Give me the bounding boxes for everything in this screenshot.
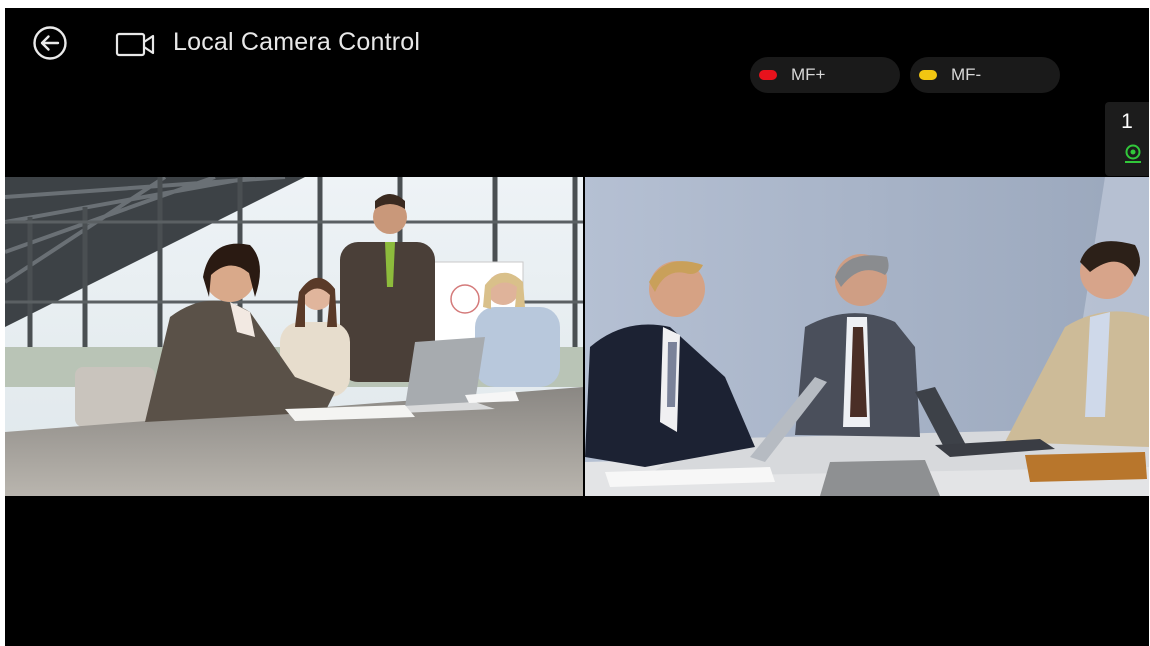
page-title: Local Camera Control xyxy=(173,28,421,56)
camera-source-tab[interactable]: 1 xyxy=(1105,102,1149,176)
mf-minus-label: MF- xyxy=(951,65,982,84)
back-button[interactable] xyxy=(31,24,69,62)
camera-source-icon xyxy=(1125,144,1141,163)
left-video-feed[interactable] xyxy=(5,177,583,496)
camera-number: 1 xyxy=(1121,110,1133,133)
mf-plus-softkey[interactable]: MF+ xyxy=(750,57,900,93)
mf-minus-softkey[interactable]: MF- xyxy=(910,57,1060,93)
camera-control-screen: Local Camera Control MF+ MF- 1 xyxy=(5,8,1149,646)
right-video-image xyxy=(585,177,1149,496)
right-video-feed[interactable] xyxy=(585,177,1149,496)
mf-plus-label: MF+ xyxy=(791,65,826,84)
left-video-image xyxy=(5,177,583,496)
arrow-left-circle-icon xyxy=(33,26,67,60)
yellow-key-indicator xyxy=(919,70,937,80)
red-key-indicator xyxy=(759,70,777,80)
video-camera-icon xyxy=(115,32,155,57)
